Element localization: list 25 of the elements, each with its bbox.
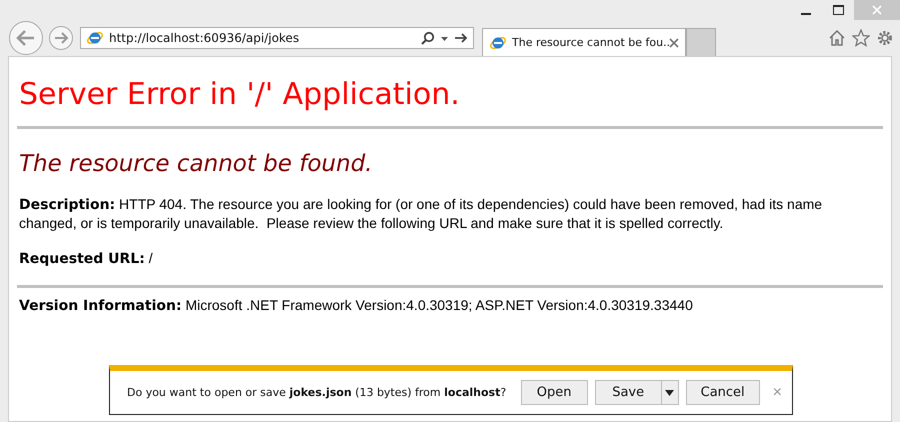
- cancel-button[interactable]: Cancel: [686, 380, 760, 405]
- save-button[interactable]: Save: [594, 380, 662, 405]
- caret-icon: [665, 390, 674, 396]
- maximize-icon: [832, 5, 844, 15]
- error-title: Server Error in '/' Application.: [19, 77, 461, 112]
- error-paragraph: Requested URL: /: [19, 249, 154, 268]
- browser-logo-icon: [86, 29, 104, 47]
- browser-tab[interactable]: The resource cannot be fou...: [482, 28, 686, 56]
- version-paragraph: Version Information: Microsoft .NET Framework Version:4.0.30319; ASP.NET Version:4.0.30319.33440: [19, 296, 694, 315]
- search-icon[interactable]: [421, 31, 435, 45]
- error-subtitle: The resource cannot be found.: [19, 151, 374, 177]
- close-icon: [872, 5, 882, 15]
- open-button[interactable]: Open: [520, 380, 588, 405]
- save-options-button[interactable]: [662, 380, 679, 405]
- error-paragraph: Description: HTTP 404. The resource you are looking for (or one of its dependencies) could have been removed, had its name changed, or is temporarily unavailable. Please review the following URL and make sure that it is spelled correctly.: [19, 195, 824, 232]
- star-icon[interactable]: [852, 29, 870, 47]
- home-icon[interactable]: [828, 29, 846, 47]
- url-text: http://localhost:60936/api/jokes: [109, 31, 300, 45]
- back-button[interactable]: [8, 20, 44, 56]
- forward-button[interactable]: [48, 25, 74, 51]
- address-bar[interactable]: http://localhost:60936/api/jokes: [80, 27, 474, 49]
- download-message: Do you want to open or save jokes.json (13 bytes) from localhost?: [127, 386, 506, 399]
- go-arrow-icon[interactable]: [454, 31, 468, 45]
- settings-icon[interactable]: [876, 29, 894, 47]
- minimize-icon: [801, 13, 811, 15]
